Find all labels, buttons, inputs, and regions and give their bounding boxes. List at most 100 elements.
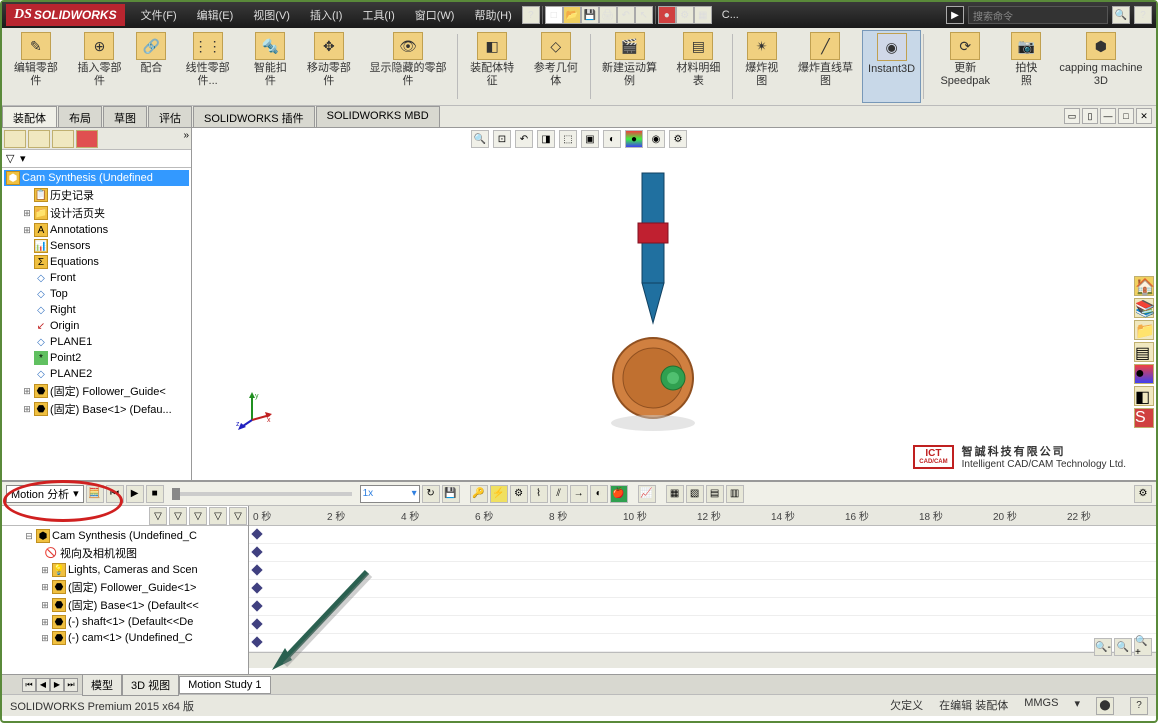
tl-row[interactable] xyxy=(249,598,1156,616)
chevron-down-icon[interactable]: ▾ xyxy=(1074,697,1080,715)
options-icon[interactable]: ⚙ xyxy=(676,6,694,24)
tile-icon[interactable]: ▦ xyxy=(694,6,712,24)
mtree-item[interactable]: 🚫视向及相机视图 xyxy=(4,544,246,562)
slider-thumb[interactable] xyxy=(172,488,180,500)
tl-row[interactable] xyxy=(249,526,1156,544)
help-icon[interactable]: ? xyxy=(522,6,540,24)
keyframe-icon[interactable] xyxy=(251,600,262,611)
save-anim-icon[interactable]: 💾 xyxy=(442,485,460,503)
scene-icon[interactable]: ◉ xyxy=(647,130,665,148)
select-icon[interactable]: ↖ xyxy=(635,6,653,24)
mtree-item[interactable]: ⊞💡Lights, Cameras and Scen xyxy=(4,562,246,578)
fm-tab-tree-icon[interactable] xyxy=(4,130,26,148)
damper-icon[interactable]: ⫽ xyxy=(550,485,568,503)
rb-capping[interactable]: ⬢capping machine 3D xyxy=(1048,30,1154,103)
rb-instant3d[interactable]: ◉Instant3D xyxy=(862,30,920,103)
help2-icon[interactable]: ? xyxy=(1134,6,1152,24)
tl-row[interactable] xyxy=(249,562,1156,580)
zoom-fit-icon[interactable]: 🔍 xyxy=(1114,638,1132,656)
force-icon[interactable]: → xyxy=(570,485,588,503)
nav-first-icon[interactable]: ⏮ xyxy=(22,678,36,692)
nav-next-icon[interactable]: ▶ xyxy=(50,678,64,692)
tab-layout[interactable]: 布局 xyxy=(58,106,102,127)
tile-h-icon[interactable]: ▭ xyxy=(1064,108,1080,124)
expand-icon[interactable]: ⊞ xyxy=(40,617,50,628)
tree-root[interactable]: ⬢Cam Synthesis (Undefined xyxy=(4,170,189,186)
tp-view-icon[interactable]: ▤ xyxy=(1134,342,1154,362)
expand-icon[interactable]: ⊞ xyxy=(40,565,50,576)
open-icon[interactable]: 📂 xyxy=(563,6,581,24)
filter4-icon[interactable]: ▽ xyxy=(209,507,227,525)
mtree-item[interactable]: ⊟⬢Cam Synthesis (Undefined_C xyxy=(4,528,246,544)
quick-access[interactable]: C... xyxy=(712,9,749,21)
timeline-ruler[interactable]: 0 秒 2 秒 4 秒 6 秒 8 秒 10 秒 12 秒 14 秒 16 秒 … xyxy=(249,506,1156,526)
status-units[interactable]: MMGS xyxy=(1024,697,1058,715)
tree-item[interactable]: 📊Sensors xyxy=(4,238,189,254)
menu-insert[interactable]: 插入(I) xyxy=(300,7,352,23)
appearance-icon[interactable]: ● xyxy=(625,130,643,148)
loop-icon[interactable]: ↻ xyxy=(422,485,440,503)
menu-help[interactable]: 帮助(H) xyxy=(464,7,521,23)
playback-speed[interactable]: 1x▾ xyxy=(360,485,420,503)
new-icon[interactable]: □ xyxy=(545,6,563,24)
filter3-icon[interactable]: ▽ xyxy=(189,507,207,525)
rb-explode-line[interactable]: ╱爆炸直线草图 xyxy=(788,30,862,103)
menu-window[interactable]: 窗口(W) xyxy=(405,7,465,23)
rb-mate[interactable]: 🔗配合 xyxy=(131,30,171,103)
rb-smart-fastener[interactable]: 🔩智能扣件 xyxy=(244,30,297,103)
expand-icon[interactable]: ⊞ xyxy=(22,225,32,236)
menu-view[interactable]: 视图(V) xyxy=(243,7,300,23)
tab-sketch[interactable]: 草图 xyxy=(103,106,147,127)
tree-item[interactable]: ⊞⬣(固定) Follower_Guide< xyxy=(4,382,189,400)
graphics-viewport[interactable]: y x z ICT CAD/CAM 智誠科技有限公司 Intelligent C… xyxy=(192,128,1156,480)
spring-icon[interactable]: ⌇ xyxy=(530,485,548,503)
tp-forum-icon[interactable]: S xyxy=(1134,408,1154,428)
nav-prev-icon[interactable]: ◀ xyxy=(36,678,50,692)
tree-item[interactable]: 📋历史记录 xyxy=(4,186,189,204)
btab-3dview[interactable]: 3D 视图 xyxy=(122,674,179,696)
print-icon[interactable]: 🖨 xyxy=(599,6,617,24)
rb-linear-pattern[interactable]: ⋮⋮线性零部件... xyxy=(171,30,243,103)
tree-item[interactable]: ◇Front xyxy=(4,270,189,286)
mtree-item[interactable]: ⊞⬣(-) shaft<1> (Default<<De xyxy=(4,614,246,630)
tile-v-icon[interactable]: ▯ xyxy=(1082,108,1098,124)
expand-icon[interactable]: ⊞ xyxy=(22,208,32,219)
mp3-icon[interactable]: ▤ xyxy=(706,485,724,503)
feature-tree[interactable]: ⬢Cam Synthesis (Undefined 📋历史记录 ⊞📁设计活页夹 … xyxy=(2,168,191,480)
tl-row[interactable] xyxy=(249,544,1156,562)
tl-row[interactable] xyxy=(249,616,1156,634)
mp1-icon[interactable]: ▦ xyxy=(666,485,684,503)
tab-assembly[interactable]: 装配体 xyxy=(2,106,57,127)
rb-move-component[interactable]: ✥移动零部件 xyxy=(297,30,361,103)
search-icon[interactable]: 🔍 xyxy=(1112,6,1130,24)
hide-show-icon[interactable]: ◐ xyxy=(603,130,621,148)
close-icon[interactable]: ✕ xyxy=(1136,108,1152,124)
tl-row[interactable] xyxy=(249,580,1156,598)
tree-item[interactable]: ◇Top xyxy=(4,286,189,302)
rb-new-motion[interactable]: 🎬新建运动算例 xyxy=(593,30,667,103)
keyframe-icon[interactable] xyxy=(251,618,262,629)
menu-edit[interactable]: 编辑(E) xyxy=(187,7,244,23)
timeline-rows[interactable] xyxy=(249,526,1156,652)
filter5-icon[interactable]: ▽ xyxy=(229,507,247,525)
mp2-icon[interactable]: ▧ xyxy=(686,485,704,503)
tp-explorer-icon[interactable]: 📁 xyxy=(1134,320,1154,340)
macro-icon[interactable]: ⬤ xyxy=(1096,697,1114,715)
tp-home-icon[interactable]: 🏠 xyxy=(1134,276,1154,296)
zoom-fit-icon[interactable]: 🔍 xyxy=(471,130,489,148)
cmd-icon[interactable]: ▶ xyxy=(946,6,964,24)
results-icon[interactable]: 📈 xyxy=(638,485,656,503)
motion-type-dropdown[interactable]: Motion 分析 ▾ xyxy=(6,485,84,503)
motor-icon[interactable]: ⚙ xyxy=(510,485,528,503)
tl-row[interactable] xyxy=(249,634,1156,652)
filter1-icon[interactable]: ▽ xyxy=(149,507,167,525)
tree-item[interactable]: ↙Origin xyxy=(4,318,189,334)
maximize-icon[interactable]: □ xyxy=(1118,108,1134,124)
wizard-icon[interactable]: ⚡ xyxy=(490,485,508,503)
zoom-area-icon[interactable]: ⊡ xyxy=(493,130,511,148)
keyframe-icon[interactable] xyxy=(251,582,262,593)
expand-icon[interactable]: ⊞ xyxy=(40,582,50,593)
rb-edit-component[interactable]: ✎编辑零部件 xyxy=(4,30,68,103)
rb-reference-geom[interactable]: ◇参考几何体 xyxy=(524,30,588,103)
expand-icon[interactable]: ⊞ xyxy=(40,600,50,611)
